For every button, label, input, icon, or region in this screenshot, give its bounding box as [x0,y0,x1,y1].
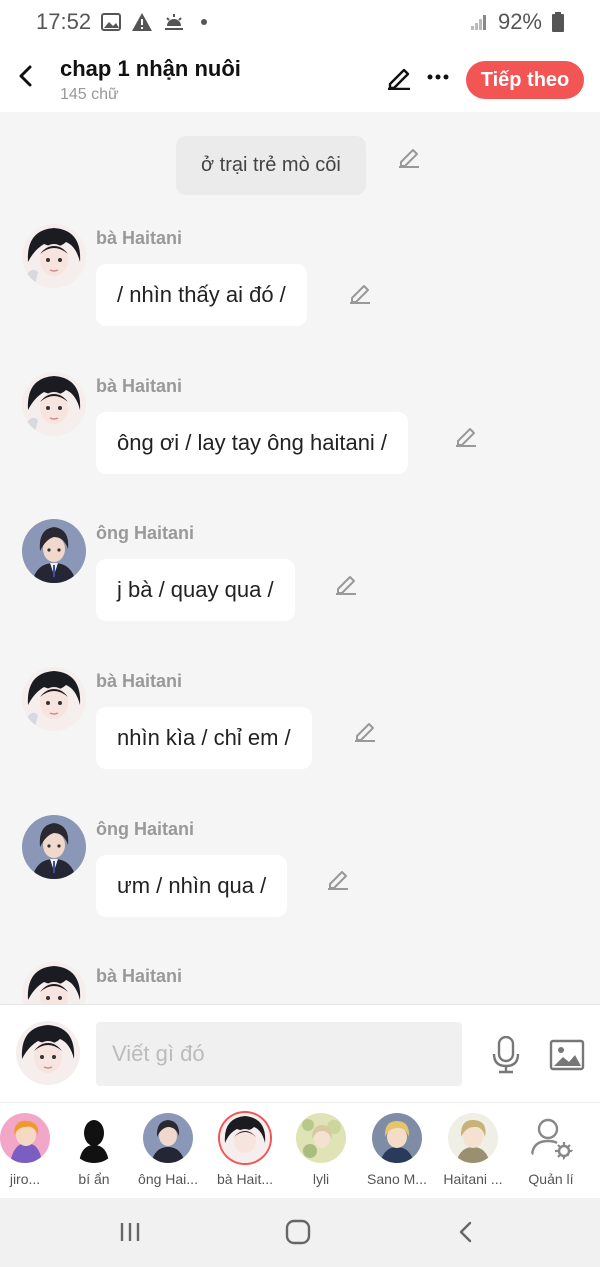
edit-message-button[interactable] [352,718,378,744]
character-item[interactable]: Haitani ... [436,1113,510,1187]
character-item[interactable]: bí ẩn [57,1113,131,1187]
user-gear-icon [526,1113,576,1163]
sender-name: ông Haitani [96,523,194,543]
manage-characters-button[interactable]: Quản lí [514,1113,588,1187]
microphone-icon [492,1036,520,1074]
character-avatar [0,1113,50,1163]
sender-name: bà Haitani [96,671,183,691]
avatar-ba-haitani[interactable] [22,372,86,436]
status-bar: 17:52 92% [0,0,600,44]
message-bubble[interactable]: ưm / nhìn qua / [96,855,288,917]
message-item: bà Haitani nhìn kìa / chỉ em / [0,667,600,797]
manage-label: Quản lí [528,1171,574,1187]
back-chevron-icon [459,1221,472,1243]
signal-icon [470,13,488,31]
avatar-ong-haitani[interactable] [22,519,86,583]
sender-name: ông Haitani [96,819,194,839]
character-strip[interactable]: jiro... bí ẩn ông Hai... bà Hait... lyli… [0,1102,600,1198]
battery-level: 92% [497,9,542,34]
message-item: bà Haitani / nhìn thấy ai đó / [0,224,600,354]
edit-title-button[interactable] [384,62,414,92]
avatar-ong-haitani[interactable] [22,815,86,879]
edit-message-button[interactable] [333,571,359,597]
character-avatar [296,1113,346,1163]
current-speaker-avatar[interactable] [16,1021,80,1085]
warning-icon [131,12,153,32]
weather-icon [163,12,185,32]
character-avatar [143,1113,193,1163]
next-button[interactable]: Tiếp theo [466,61,584,99]
pencil-icon [328,871,348,890]
edit-narration-button[interactable] [396,144,422,170]
sender-name: bà Haitani [96,228,183,248]
sender-name: bà Haitani [96,966,183,986]
message-bubble[interactable]: / nhìn thấy ai đó / [96,264,307,326]
message-bubble[interactable]: j bà / quay qua / [96,559,295,621]
avatar-ba-haitani[interactable] [22,667,86,731]
word-count: 145 chữ [60,86,119,103]
character-item[interactable]: lyli [284,1113,358,1187]
pencil-icon [456,428,476,447]
pencil-icon [350,285,370,304]
character-item-selected[interactable]: bà Hait... [208,1113,282,1187]
character-avatar [69,1113,119,1163]
message-input[interactable] [96,1022,462,1086]
character-name: Sano M... [367,1171,427,1187]
home-button[interactable] [278,1214,318,1250]
message-bubble[interactable]: nhìn kìa / chỉ em / [96,707,312,769]
message-item: bà Haitani ông ơi / lay tay ông haitani … [0,372,600,502]
status-time: 17:52 [36,9,92,34]
chapter-title[interactable]: chap 1 nhận nuôi [60,56,241,82]
avatar-ba-haitani[interactable] [22,224,86,288]
pencil-icon [355,723,375,742]
nav-back-button[interactable] [446,1214,486,1250]
message-bubble[interactable]: ông ơi / lay tay ông haitani / [96,412,409,474]
character-name: lyli [312,1171,330,1187]
back-button[interactable] [8,58,44,94]
character-name: Haitani ... [443,1171,503,1187]
notification-dot-icon [201,19,208,25]
image-button[interactable] [548,1037,586,1073]
chat-area[interactable]: ở trại trẻ mò côi bà Haitani / nhìn thấy… [0,112,600,1004]
edit-message-button[interactable] [453,423,479,449]
message-item: bà Haitani [0,962,600,1004]
recents-button[interactable] [110,1214,150,1250]
pencil-icon [336,576,356,595]
character-item[interactable]: jiro... [0,1113,62,1187]
character-name: jiro... [9,1171,41,1187]
back-arrow-icon [19,65,32,87]
home-icon [285,1219,311,1245]
compose-bar [0,1004,600,1102]
more-button[interactable] [424,62,452,92]
character-item[interactable]: ông Hai... [131,1113,205,1187]
edit-message-button[interactable] [325,866,351,892]
character-avatar [220,1113,270,1163]
character-name: bí ẩn [78,1171,110,1187]
message-item: ông Haitani j bà / quay qua / [0,519,600,649]
edit-message-button[interactable] [347,280,373,306]
narration-bubble[interactable]: ở trại trẻ mò côi [176,136,366,195]
recents-icon [120,1223,140,1241]
image-icon [549,1039,585,1071]
character-avatar [372,1113,422,1163]
character-avatar [448,1113,498,1163]
battery-icon [552,12,564,32]
system-nav-bar [0,1198,600,1267]
gallery-icon [101,13,122,31]
chapter-header: chap 1 nhận nuôi 145 chữ Tiếp theo [0,44,600,112]
avatar-ba-haitani[interactable] [22,962,86,1004]
character-name: ông Hai... [138,1171,198,1187]
pencil-icon [388,68,410,90]
more-dots-icon [427,74,449,80]
pencil-icon [399,149,419,168]
message-item: ông Haitani ưm / nhìn qua / [0,815,600,945]
voice-button[interactable] [488,1035,524,1075]
character-item[interactable]: Sano M... [360,1113,434,1187]
sender-name: bà Haitani [96,376,183,396]
character-name: bà Hait... [216,1171,274,1187]
